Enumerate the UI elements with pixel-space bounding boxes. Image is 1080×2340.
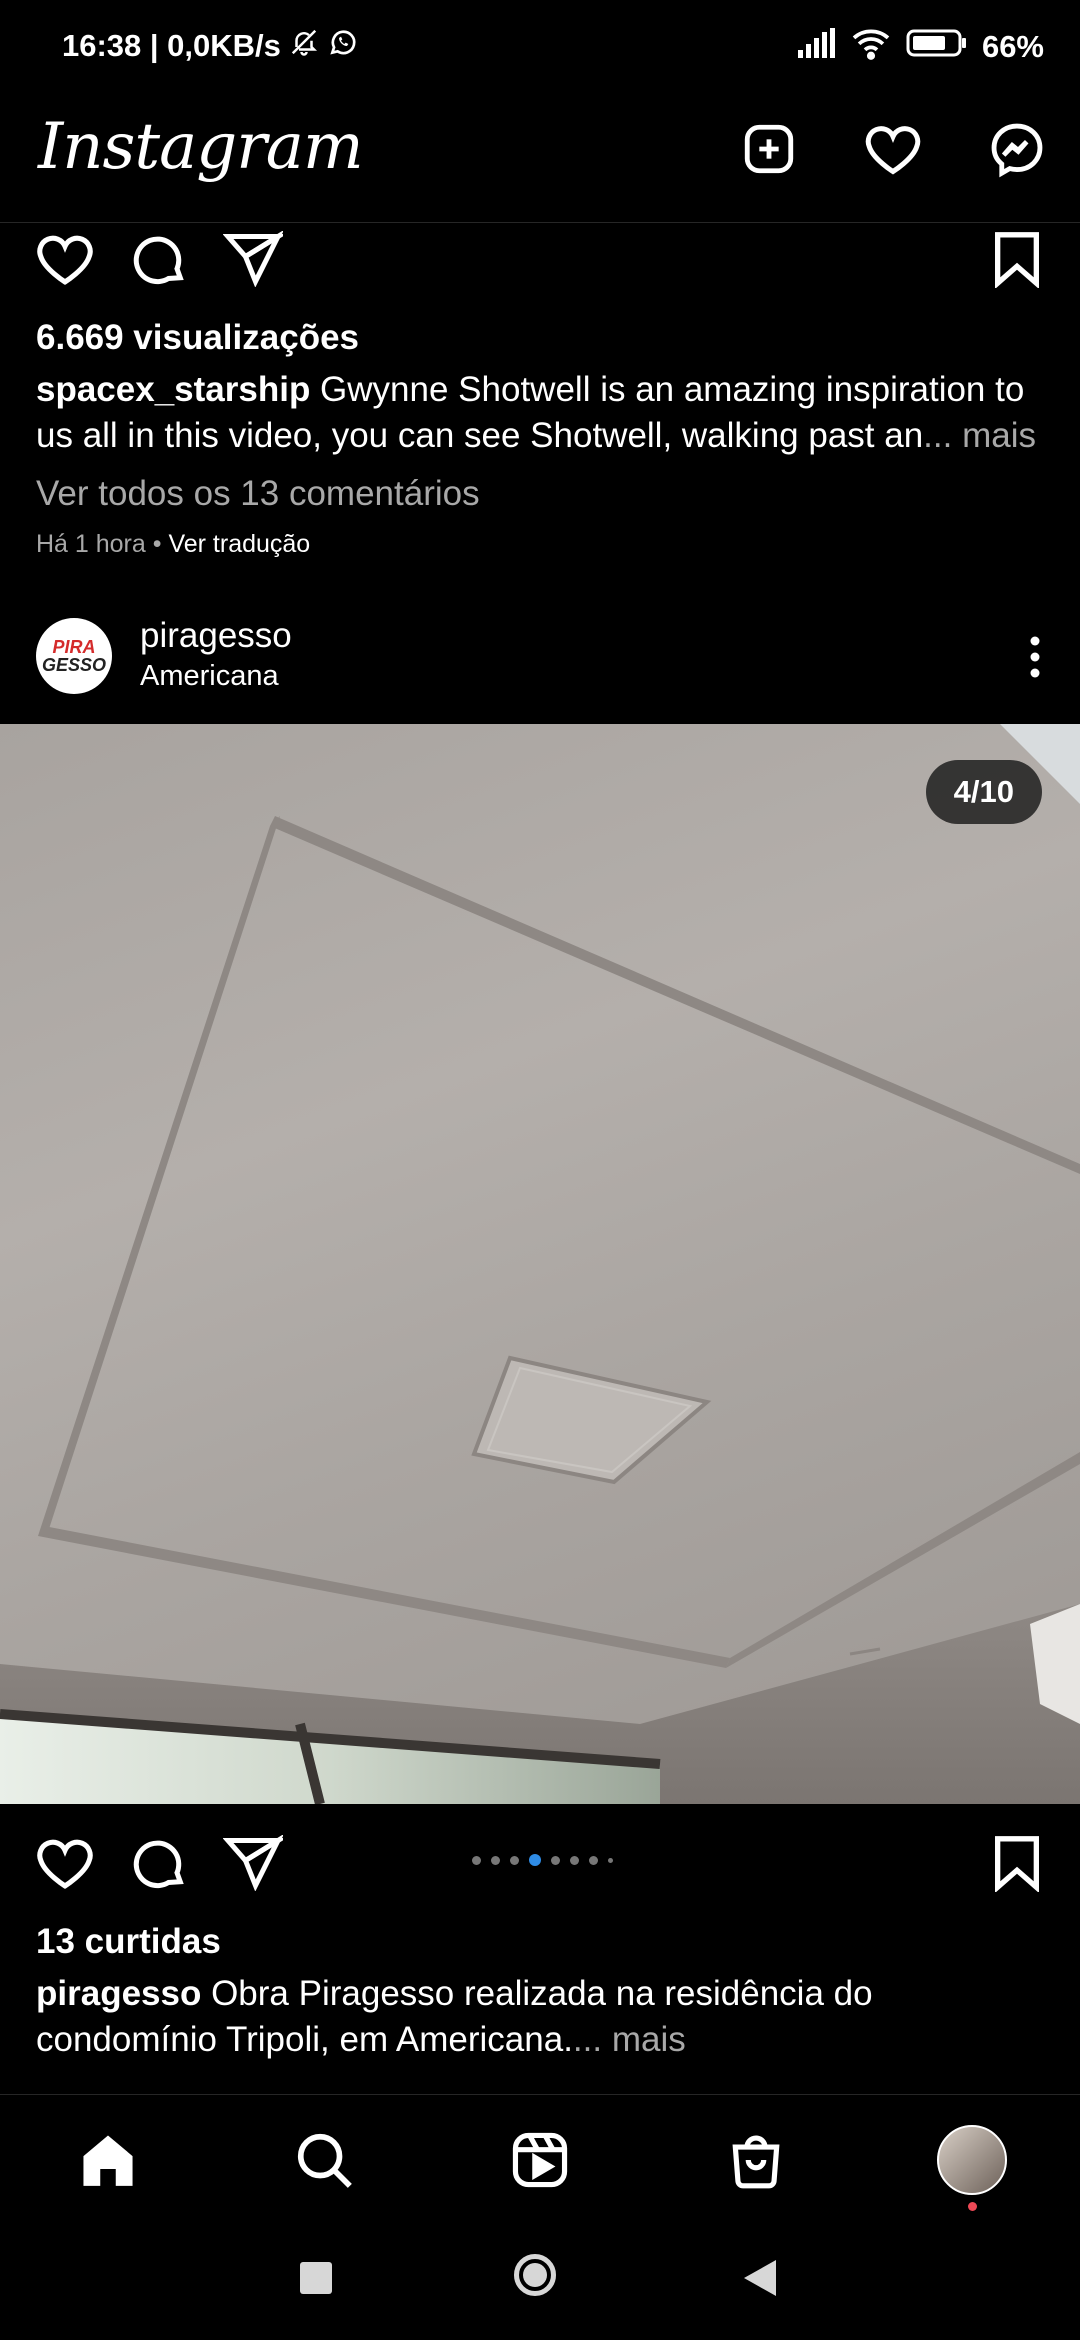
messenger-icon[interactable] — [986, 118, 1048, 180]
post-caption-line2[interactable]: condomínio Tripoli, em Americana.... mai… — [36, 2020, 686, 2060]
post-likes[interactable]: 13 curtidas — [36, 1922, 221, 1962]
mute-bell-icon — [289, 27, 319, 65]
prev-post-actions — [34, 228, 284, 290]
post-caption-text1: Obra Piragesso realizada na residência d… — [201, 1974, 873, 2013]
prev-post-username[interactable]: spacex_starship — [36, 370, 310, 409]
top-actions — [738, 118, 1048, 180]
carousel-dot — [491, 1855, 500, 1865]
status-time-speed: 16:38 | 0,0KB/s — [62, 28, 281, 63]
activity-heart-icon[interactable] — [862, 118, 924, 180]
carousel-dot — [551, 1855, 560, 1865]
post-more-link[interactable]: ... mais — [573, 2020, 686, 2059]
new-post-icon[interactable] — [738, 118, 800, 180]
instagram-logo[interactable]: Instagram — [38, 110, 364, 184]
home-icon[interactable] — [68, 2120, 148, 2200]
view-all-comments-link[interactable]: Ver todos os 13 comentários — [36, 474, 480, 514]
post-caption-username[interactable]: piragesso — [36, 1974, 201, 2013]
like-heart-icon[interactable] — [34, 1832, 96, 1894]
carousel-dot — [472, 1855, 481, 1865]
save-bookmark-icon[interactable] — [986, 1832, 1048, 1894]
prev-post-meta: Há 1 hora • Ver tradução — [36, 530, 310, 559]
back-triangle-icon[interactable] — [742, 2258, 778, 2303]
prev-post-more-link[interactable]: ... mais — [923, 416, 1036, 455]
post-caption-line1[interactable]: piragesso Obra Piragesso realizada na re… — [36, 1974, 873, 2014]
carousel-dot — [589, 1855, 598, 1865]
prev-post-caption-line2[interactable]: us all in this video, you can see Shotwe… — [36, 416, 1036, 456]
avatar-logo-text: PIRA GESSO — [41, 637, 107, 675]
post-actions — [34, 1832, 284, 1894]
post-image[interactable] — [0, 724, 1080, 1804]
carousel-dot — [510, 1855, 519, 1865]
image-counter-badge: 4/10 — [925, 760, 1042, 824]
whatsapp-icon — [327, 26, 359, 66]
carousel-indicator — [472, 1854, 613, 1866]
reels-icon[interactable] — [500, 2120, 580, 2200]
battery-icon — [906, 28, 968, 66]
prev-post-caption-text2: us all in this video, you can see Shotwe… — [36, 416, 924, 455]
post-caption-text2: condomínio Tripoli, em Americana. — [36, 2020, 573, 2059]
notification-dot — [968, 2202, 977, 2211]
search-icon[interactable] — [284, 2120, 364, 2200]
carousel-dot — [608, 1857, 613, 1863]
post-location[interactable]: Americana — [140, 660, 279, 693]
share-paper-plane-icon[interactable] — [222, 1832, 284, 1894]
post-avatar[interactable]: PIRA GESSO — [36, 618, 112, 694]
status-left: 16:38 | 0,0KB/s — [62, 26, 359, 66]
more-options-icon[interactable] — [1004, 626, 1066, 688]
wifi-icon — [850, 26, 892, 68]
profile-photo — [937, 2125, 1007, 2195]
prev-post-views[interactable]: 6.669 visualizações — [36, 318, 359, 358]
system-nav-bar — [0, 2224, 1080, 2340]
home-circle-icon[interactable] — [514, 2254, 556, 2296]
like-heart-icon[interactable] — [34, 228, 96, 290]
carousel-dot-active — [529, 1854, 541, 1866]
status-bar: 16:38 | 0,0KB/s 66% — [0, 0, 1080, 96]
post-username[interactable]: piragesso — [140, 616, 292, 656]
meta-separator: • — [145, 530, 169, 558]
comment-icon[interactable] — [128, 1832, 190, 1894]
battery-level: 66% — [981, 29, 1044, 64]
status-right: 66% — [796, 26, 1044, 68]
profile-avatar[interactable] — [932, 2120, 1012, 2200]
prev-post-time: Há 1 hora — [36, 530, 146, 558]
ceiling-photo — [0, 724, 1080, 1804]
save-bookmark-icon[interactable] — [986, 228, 1048, 290]
recents-square-icon[interactable] — [300, 2262, 332, 2294]
see-translation-link[interactable]: Ver tradução — [168, 530, 310, 558]
signal-icon — [796, 28, 836, 66]
comment-icon[interactable] — [128, 228, 190, 290]
prev-post-caption-line1[interactable]: spacex_starship Gwynne Shotwell is an am… — [36, 370, 1024, 410]
shop-icon[interactable] — [716, 2120, 796, 2200]
share-paper-plane-icon[interactable] — [222, 228, 284, 290]
carousel-dot — [570, 1855, 579, 1865]
prev-post-caption-text1: Gwynne Shotwell is an amazing inspiratio… — [310, 370, 1025, 409]
